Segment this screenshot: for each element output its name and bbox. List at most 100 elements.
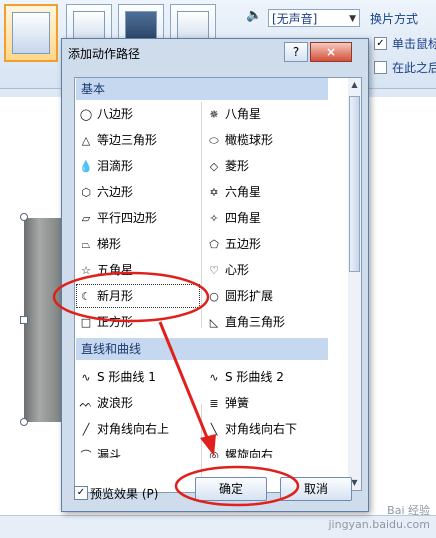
list-item-label: 心形	[225, 263, 250, 277]
list-item[interactable]: ✵ 八角星	[207, 103, 261, 125]
sound-combo[interactable]: [无声音] ▼	[268, 9, 360, 27]
cancel-button[interactable]: 取消	[280, 477, 352, 501]
spiral-icon: ◎	[209, 449, 219, 458]
list-item-label: 对角线向右下	[225, 422, 298, 436]
add-motion-path-dialog: 添加动作路径 ? × 基本 ◯ 八边形 ✵ 八角星 △ 等边三角形 ⬭ 橄榄球形 💧 泪滴…	[61, 38, 369, 512]
advance-slide-label: 换片方式	[370, 12, 419, 26]
diagonal-up-right-icon: ╱	[82, 423, 90, 436]
list-item[interactable]: ⬭ 橄榄球形	[207, 129, 273, 151]
list-item-label: S 形曲线 1	[97, 370, 156, 384]
sound-icon: 🔈	[246, 8, 263, 23]
right-triangle-icon: ◺	[209, 316, 219, 329]
list-item-label: 菱形	[225, 159, 250, 173]
list-item-label: 等边三角形	[97, 133, 158, 147]
list-item[interactable]: ♡ 心形	[207, 259, 249, 281]
list-item[interactable]: ◺ 直角三角形	[207, 311, 285, 333]
list-item[interactable]: ⌒ 漏斗	[79, 444, 122, 458]
list-item-label: 平行四边形	[97, 211, 158, 225]
group-header-lines-curves: 直线和曲线	[76, 338, 328, 360]
list-item[interactable]: ╱ 对角线向右上	[79, 418, 169, 440]
list-item[interactable]: ✧ 四角星	[207, 207, 261, 229]
circle-icon: ○	[209, 290, 219, 303]
list-item[interactable]: ∿ S 形曲线 2	[207, 366, 284, 388]
list-item-label: 泪滴形	[97, 159, 134, 173]
list-item-label: 四角星	[225, 211, 262, 225]
chevron-down-icon: ▼	[349, 14, 356, 24]
list-item[interactable]: 💧 泪滴形	[79, 155, 133, 177]
slide-image[interactable]	[24, 218, 62, 422]
resize-handle[interactable]	[20, 316, 28, 324]
list-item-label: 新月形	[97, 289, 134, 303]
parallelogram-icon: ▱	[81, 212, 91, 225]
transition-preview	[12, 12, 50, 54]
transition-thumb-selected[interactable]	[4, 4, 58, 62]
dialog-title: 添加动作路径	[68, 47, 141, 61]
list-item-label: 六边形	[97, 185, 134, 199]
after-checkbox[interactable]	[374, 61, 387, 74]
list-item-label: 八角星	[225, 107, 262, 121]
list-item[interactable]: ▱ 平行四边形	[79, 207, 157, 229]
triangle-icon: △	[81, 134, 91, 147]
column-divider	[201, 102, 202, 328]
scroll-up-icon[interactable]: ▲	[348, 78, 361, 92]
s-curve-icon: ∿	[209, 371, 219, 384]
resize-handle[interactable]	[20, 418, 28, 426]
scrollbar-thumb[interactable]	[349, 96, 360, 272]
s-curve-icon: ∿	[81, 371, 91, 384]
heart-icon: ♡	[209, 264, 219, 277]
four-point-star-icon: ✧	[209, 212, 219, 225]
list-item-label: 对角线向右上	[97, 422, 170, 436]
list-item-label: 圆形扩展	[225, 289, 274, 303]
crescent-moon-icon: ☾	[81, 290, 91, 303]
five-point-star-icon: ☆	[81, 264, 91, 277]
list-item[interactable]: △ 等边三角形	[79, 129, 157, 151]
six-point-star-icon: ✡	[209, 186, 219, 199]
list-item[interactable]: ✡ 六角星	[207, 181, 261, 203]
list-item-label: 五角星	[97, 263, 134, 277]
list-item[interactable]: ╲ 对角线向右下	[207, 418, 297, 440]
list-item[interactable]: ᨓ 波浪形	[79, 392, 133, 414]
list-item[interactable]: ☆ 五角星	[79, 259, 133, 281]
list-item[interactable]: ∿ S 形曲线 1	[79, 366, 156, 388]
hexagon-icon: ⬡	[81, 186, 91, 199]
trapezoid-icon: ⏢	[81, 238, 91, 251]
teardrop-icon: 💧	[79, 160, 93, 173]
diamond-icon: ◇	[209, 160, 219, 173]
list-item[interactable]: ◯ 八边形	[79, 103, 133, 125]
help-button[interactable]: ?	[284, 42, 308, 62]
list-item[interactable]: ○ 圆形扩展	[207, 285, 273, 307]
close-button[interactable]: ×	[310, 42, 352, 62]
list-item-selected[interactable]: ☾ 新月形	[76, 284, 200, 308]
watermark-url: jingyan.baidu.com	[328, 518, 430, 531]
resize-handle[interactable]	[20, 213, 28, 221]
square-icon: □	[80, 316, 92, 329]
list-item-label: 波浪形	[97, 396, 134, 410]
wave-icon: ᨓ	[79, 397, 93, 410]
pentagon-icon: ⬠	[209, 238, 219, 251]
after-label: 在此之后	[392, 61, 436, 75]
list-item[interactable]: ◇ 菱形	[207, 155, 249, 177]
list-item[interactable]: □ 正方形	[79, 311, 133, 333]
watermark: Bai 经验 jingyan.baidu.com	[328, 502, 430, 531]
motion-path-list[interactable]: 基本 ◯ 八边形 ✵ 八角星 △ 等边三角形 ⬭ 橄榄球形 💧 泪滴形 ◇ 菱形 ⬡ 六边形 …	[74, 77, 349, 493]
on-click-label: 单击鼠标	[392, 37, 436, 51]
list-item-label: 正方形	[97, 315, 134, 329]
list-item-label: 六角星	[225, 185, 262, 199]
list-item-label: 五边形	[225, 237, 262, 251]
list-item[interactable]: ⏢ 梯形	[79, 233, 121, 255]
list-item[interactable]: ≣ 弹簧	[207, 392, 249, 414]
list-scrollbar[interactable]: ▲ ▼	[348, 77, 362, 491]
list-item-label: S 形曲线 2	[225, 370, 284, 384]
ok-button[interactable]: 确定	[195, 477, 267, 501]
watermark-logo: Bai 经验	[387, 504, 430, 517]
list-item-label: 漏斗	[97, 448, 122, 458]
on-click-checkbox[interactable]: ✓	[374, 37, 387, 50]
football-icon: ⬭	[209, 134, 219, 147]
preview-label: 预览效果 (P)	[90, 487, 159, 501]
list-item-label: 梯形	[97, 237, 122, 251]
list-item-label: 弹簧	[225, 396, 250, 410]
preview-checkbox[interactable]: ✓	[74, 486, 88, 500]
list-item[interactable]: ⬠ 五边形	[207, 233, 261, 255]
list-item[interactable]: ◎ 螺旋向右	[207, 444, 273, 458]
list-item[interactable]: ⬡ 六边形	[79, 181, 133, 203]
